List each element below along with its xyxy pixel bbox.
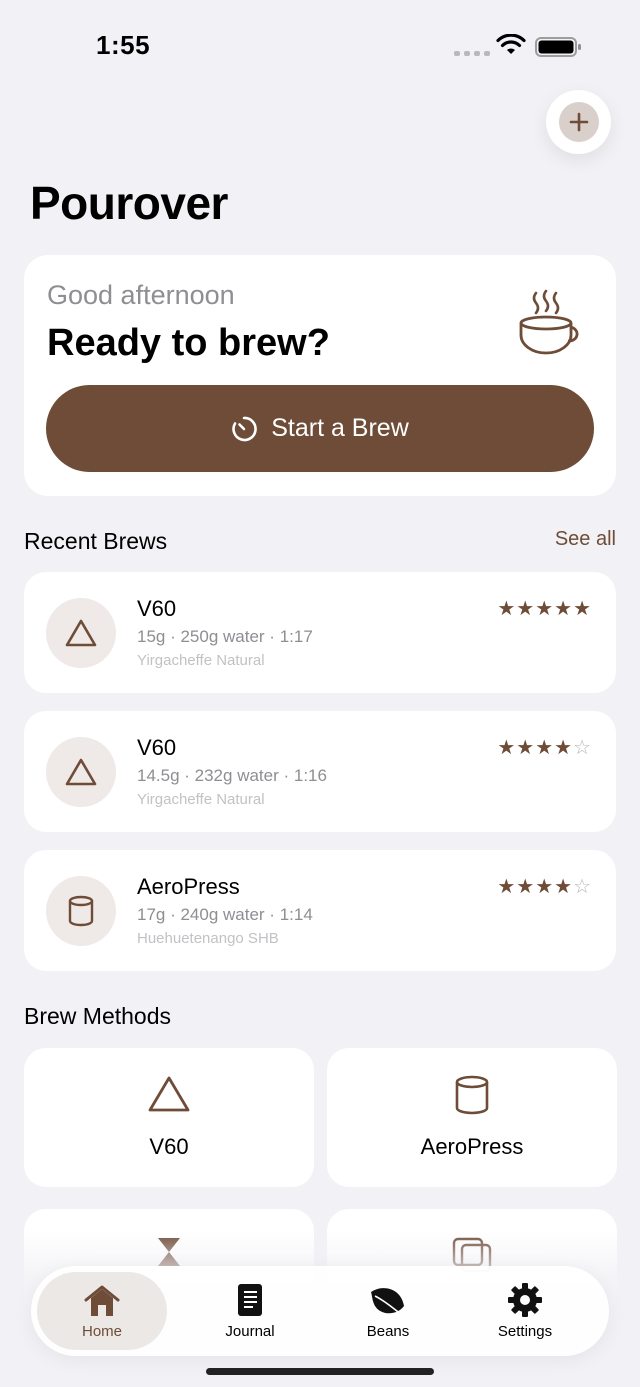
method-badge [46,737,116,807]
brew-bean: Huehuetenango SHB [137,930,279,947]
greeting-text: Good afternoon [47,280,235,310]
tab-journal[interactable]: Journal [185,1272,315,1350]
tab-beans[interactable]: Beans [323,1272,453,1350]
method-tile-label: V60 [149,1134,189,1159]
home-indicator [206,1368,434,1375]
battery-icon [535,37,581,57]
triangle-icon [148,1076,190,1112]
wifi-icon [496,34,526,54]
cylinder-icon [68,895,94,927]
brew-method-name: AeroPress [137,874,240,899]
triangle-icon [65,619,97,647]
status-time: 1:55 [96,30,151,60]
plus-icon [569,112,588,132]
rating-stars: ★★★★☆ [497,876,592,898]
method-tile-label: AeroPress [420,1134,524,1159]
page-title: Pourover [30,177,228,229]
journal-icon [238,1284,262,1316]
brew-stats: 15g · 250g water · 1:17 [137,627,313,646]
brew-stats: 14.5g · 232g water · 1:16 [137,766,327,785]
cellular-icon [454,51,490,56]
tab-settings[interactable]: Settings [460,1272,590,1350]
recent-brew-row[interactable]: V60 15g · 250g water · 1:17 Yirgacheffe … [24,572,616,693]
recent-brew-row[interactable]: AeroPress 17g · 240g water · 1:14 Huehue… [24,850,616,971]
rating-stars: ★★★★☆ [497,737,592,759]
house-icon [84,1285,120,1316]
cylinder-icon [455,1075,489,1115]
method-badge [46,598,116,668]
start-brew-label: Start a Brew [271,414,409,442]
recent-brews-title: Recent Brews [24,528,168,554]
brew-bean: Yirgacheffe Natural [137,791,265,808]
add-brew-button[interactable] [546,90,611,154]
brew-method-name: V60 [137,596,177,621]
tab-label: Journal [225,1323,275,1340]
method-tile-v60[interactable]: V60 [24,1048,314,1187]
tab-label: Home [81,1323,122,1340]
gear-icon [508,1283,542,1317]
see-all-link[interactable]: See all [555,528,616,551]
brew-methods-title: Brew Methods [24,1003,172,1029]
tab-label: Beans [366,1323,410,1340]
hero-headline: Ready to brew? [47,322,330,364]
method-tile-aeropress[interactable]: AeroPress [327,1048,617,1187]
brew-method-name: V60 [137,735,177,760]
start-brew-button[interactable]: Start a Brew [46,385,594,472]
brew-stats: 17g · 240g water · 1:14 [137,905,313,924]
rating-stars: ★★★★★ [497,598,592,620]
brew-bean: Yirgacheffe Natural [137,652,265,669]
tab-bar: Home Journal Beans Settings [31,1266,609,1356]
method-badge [46,876,116,946]
status-bar: 1:55 [0,0,640,90]
timer-icon [232,416,258,441]
tab-label: Settings [497,1323,553,1340]
coffee-cup-icon [519,289,579,355]
recent-brew-row[interactable]: V60 14.5g · 232g water · 1:16 Yirgacheff… [24,711,616,832]
tab-home[interactable]: Home [37,1272,167,1350]
triangle-icon [65,758,97,786]
hero-card: Good afternoon Ready to brew? Start a Br… [24,255,616,496]
leaf-icon [371,1288,404,1317]
